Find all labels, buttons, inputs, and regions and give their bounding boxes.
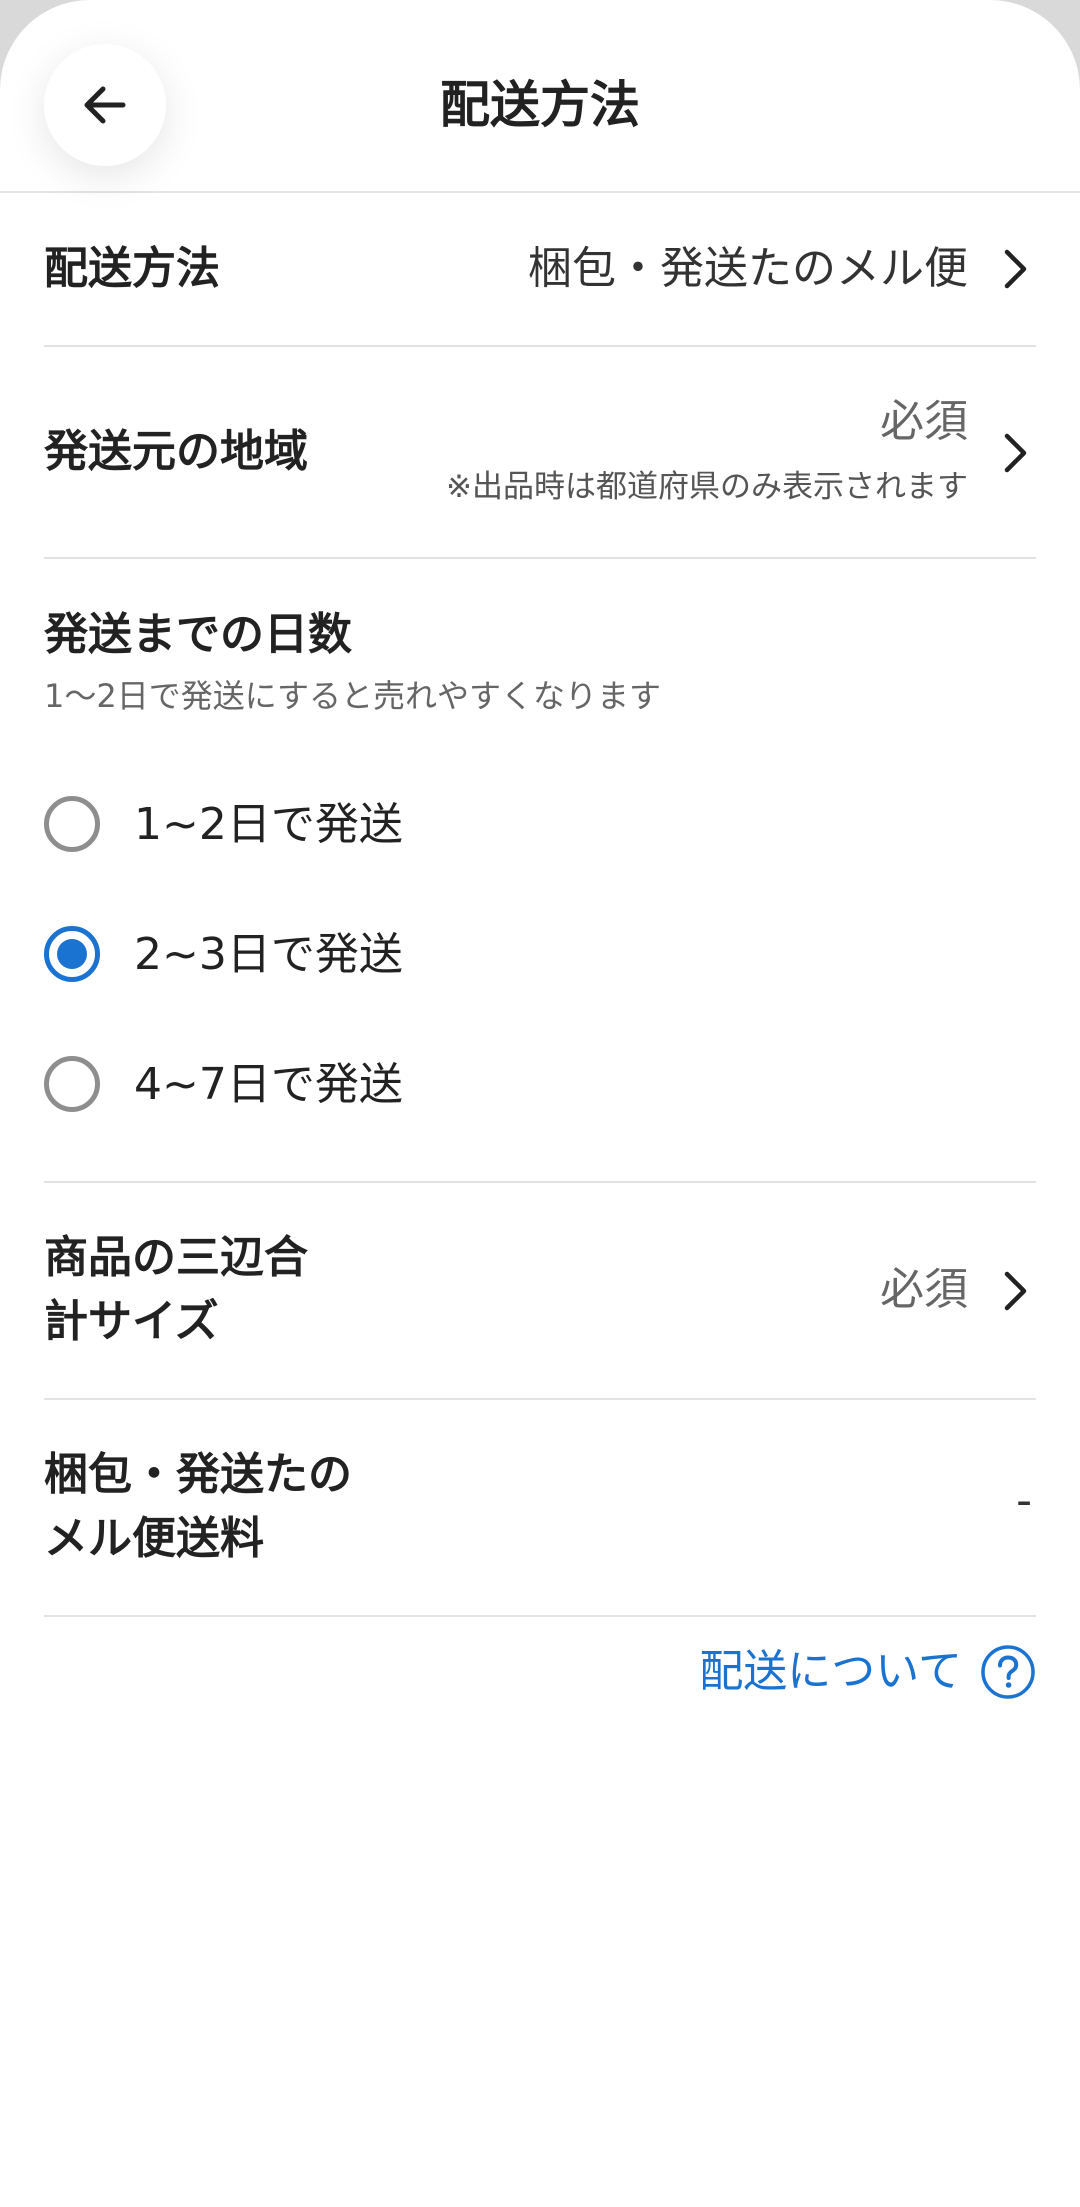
package-size-required: 必須 (880, 1264, 968, 1315)
radio-label: 4~7日で発送 (134, 1059, 403, 1110)
origin-region-label: 発送元の地域 (44, 426, 308, 477)
header: 配送方法 (0, 0, 1080, 193)
shipping-method-value: 梱包・発送たのメル便 (528, 243, 968, 294)
radio-option-2-3-days[interactable]: 2~3日で発送 (44, 914, 1036, 994)
shipping-method-row[interactable]: 配送方法 梱包・発送たのメル便 (44, 193, 1036, 345)
chevron-right-icon (1004, 1271, 1027, 1311)
origin-region-row[interactable]: 発送元の地域 必須 ※出品時は都道府県のみ表示されます (44, 347, 1036, 557)
radio-unchecked[interactable] (44, 1056, 100, 1112)
divider (44, 1615, 1036, 1617)
radio-label: 2~3日で発送 (134, 929, 403, 980)
shipping-help-link[interactable]: 配送について (699, 1640, 1036, 1704)
divider (44, 557, 1036, 559)
question-circle-icon (981, 1645, 1035, 1699)
shipping-method-sheet: 配送方法 配送方法 梱包・発送たのメル便 発送元の地域 必須 ※出品時は都道府県… (0, 0, 1080, 2207)
shipping-days-hint: 1〜2日で発送にすると売れやすくなります (44, 677, 662, 715)
chevron-right-icon (1004, 433, 1027, 473)
shipping-fee-value: - (1016, 1475, 1032, 1526)
radio-checked[interactable] (44, 926, 100, 982)
chevron-right-icon (1004, 249, 1027, 289)
shipping-method-label: 配送方法 (44, 243, 220, 294)
radio-unchecked[interactable] (44, 796, 100, 852)
radio-option-4-7-days[interactable]: 4~7日で発送 (44, 1044, 1036, 1124)
page-title: 配送方法 (440, 76, 640, 134)
radio-label: 1~2日で発送 (134, 799, 403, 850)
shipping-fee-label-line2: メル便送料 (44, 1513, 264, 1564)
shipping-fee-row: 梱包・発送たの メル便送料 - (44, 1400, 1036, 1615)
page-background: 配送方法 配送方法 梱包・発送たのメル便 発送元の地域 必須 ※出品時は都道府県… (0, 0, 1080, 2207)
shipping-fee-label-line1: 梱包・発送たの (44, 1449, 352, 1500)
package-size-label-line2: 計サイズ (44, 1296, 219, 1347)
package-size-row[interactable]: 商品の三辺合 計サイズ 必須 (44, 1183, 1036, 1398)
shipping-help-text: 配送について (699, 1646, 962, 1697)
origin-region-note: ※出品時は都道府県のみ表示されます (446, 469, 968, 505)
radio-option-1-2-days[interactable]: 1~2日で発送 (44, 784, 1036, 864)
package-size-label-line1: 商品の三辺合 (44, 1232, 308, 1283)
origin-region-required: 必須 (880, 396, 968, 447)
shipping-days-title: 発送までの日数 (44, 609, 352, 660)
